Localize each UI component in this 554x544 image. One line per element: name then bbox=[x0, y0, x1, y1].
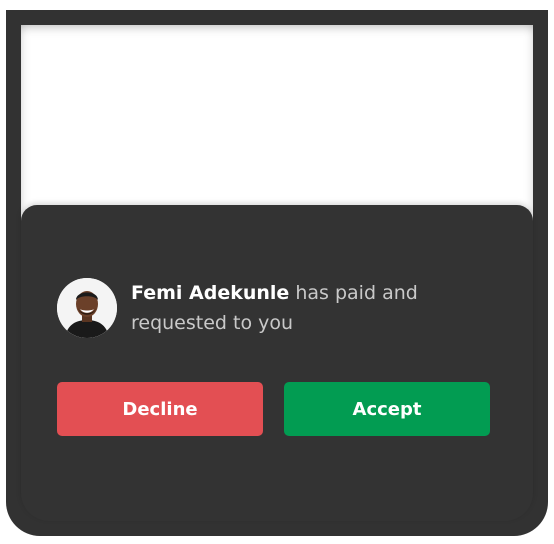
avatar bbox=[57, 278, 117, 338]
notification-message: Femi Adekunle has paid and requested to … bbox=[131, 278, 516, 338]
person-avatar-icon bbox=[57, 278, 117, 338]
payment-request-sheet: Femi Adekunle has paid and requested to … bbox=[21, 205, 533, 521]
accept-button[interactable]: Accept bbox=[284, 382, 490, 436]
sender-name: Femi Adekunle bbox=[131, 282, 290, 304]
screen-content-area bbox=[21, 25, 533, 225]
decline-button[interactable]: Decline bbox=[57, 382, 263, 436]
